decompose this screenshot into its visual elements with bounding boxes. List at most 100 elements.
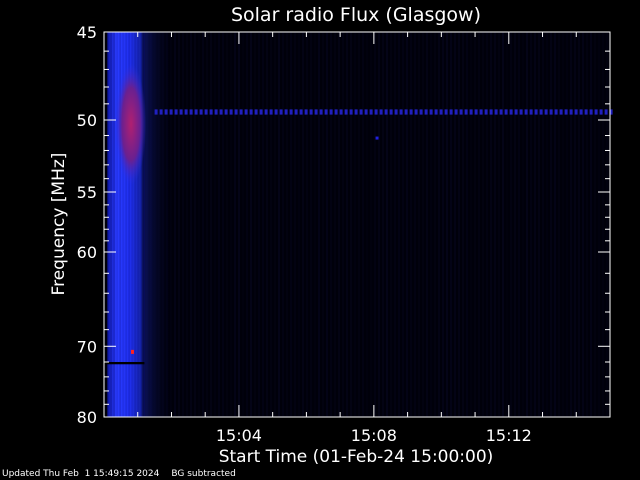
interference-dot	[334, 109, 338, 115]
noise-stripe	[418, 32, 420, 417]
interference-dot	[219, 109, 223, 115]
interference-dot	[514, 109, 518, 115]
noise-stripe	[258, 32, 260, 417]
noise-stripe	[254, 32, 256, 417]
noise-stripe	[442, 32, 444, 417]
noise-stripe	[386, 32, 388, 417]
noise-stripe	[526, 32, 528, 417]
noise-stripe	[474, 32, 476, 417]
interference-dot	[304, 109, 308, 115]
x-axis-label: Start Time (01-Feb-24 15:00:00)	[219, 447, 494, 467]
interference-dot	[169, 109, 173, 115]
noise-stripe	[214, 32, 216, 417]
burst-texture	[116, 32, 118, 417]
burst-texture	[113, 32, 115, 417]
interference-dot	[204, 109, 208, 115]
interference-dot	[464, 109, 468, 115]
interference-dot	[354, 109, 358, 115]
noise-stripe	[234, 32, 236, 417]
interference-dot	[409, 109, 413, 115]
interference-dot	[229, 109, 233, 115]
noise-stripe	[550, 32, 552, 417]
noise-stripe	[582, 32, 584, 417]
interference-dot	[384, 109, 388, 115]
interference-dot	[359, 109, 363, 115]
x-tick-label: 15:08	[351, 426, 397, 445]
interference-dot	[284, 109, 288, 115]
interference-dot	[324, 109, 328, 115]
noise-stripe	[558, 32, 560, 417]
noise-stripe	[406, 32, 408, 417]
interference-dot	[314, 109, 318, 115]
interference-dot	[389, 109, 393, 115]
interference-dot	[584, 109, 588, 115]
noise-stripe	[358, 32, 360, 417]
noise-stripe	[274, 32, 276, 417]
interference-dot	[164, 109, 168, 115]
interference-dot	[369, 109, 373, 115]
interference-dot	[294, 109, 298, 115]
interference-dot	[239, 109, 243, 115]
burst-texture	[143, 32, 145, 417]
interference-dot	[154, 109, 158, 115]
interference-dot	[349, 109, 353, 115]
noise-stripe	[286, 32, 288, 417]
y-tick-label: 80	[77, 408, 97, 427]
noise-stripe	[430, 32, 432, 417]
noise-stripe	[222, 32, 224, 417]
interference-dot	[444, 109, 448, 115]
noise-stripe	[262, 32, 264, 417]
interference-dot	[399, 109, 403, 115]
noise-stripe	[290, 32, 292, 417]
x-tick-label: 15:12	[486, 426, 532, 445]
noise-stripe	[606, 32, 608, 417]
noise-stripe	[394, 32, 396, 417]
interference-dot	[279, 109, 283, 115]
noise-stripe	[194, 32, 196, 417]
noise-stripe	[410, 32, 412, 417]
noise-stripe	[434, 32, 436, 417]
noise-stripe	[354, 32, 356, 417]
noise-stripe	[454, 32, 456, 417]
noise-stripe	[202, 32, 204, 417]
interference-dot	[544, 109, 548, 115]
noise-stripe	[370, 32, 372, 417]
interference-dot	[564, 109, 568, 115]
hot-pixel	[130, 349, 134, 354]
noise-stripe	[510, 32, 512, 417]
y-axis-label: Frequency [MHz]	[49, 153, 69, 296]
interference-dot	[474, 109, 478, 115]
interference-dot	[159, 109, 163, 115]
noise-stripe	[554, 32, 556, 417]
interference-dot	[209, 109, 213, 115]
interference-dot	[199, 109, 203, 115]
interference-dot	[254, 109, 258, 115]
noise-stripe	[342, 32, 344, 417]
noise-stripe	[190, 32, 192, 417]
noise-stripe	[530, 32, 532, 417]
interference-dot	[494, 109, 498, 115]
interference-dot	[259, 109, 263, 115]
noise-stripe	[270, 32, 272, 417]
noise-stripe	[446, 32, 448, 417]
y-tick-label: 45	[77, 23, 97, 42]
interference-dot	[234, 109, 238, 115]
interference-dot	[604, 109, 608, 115]
noise-stripe	[206, 32, 208, 417]
interference-dot	[439, 109, 443, 115]
noise-stripe	[466, 32, 468, 417]
interference-dot	[484, 109, 488, 115]
noise-stripe	[186, 32, 188, 417]
noise-stripe	[422, 32, 424, 417]
interference-dot	[289, 109, 293, 115]
interference-dot	[524, 109, 528, 115]
noise-stripe	[278, 32, 280, 417]
interference-dot	[269, 109, 273, 115]
interference-dot	[489, 109, 493, 115]
noise-stripe	[482, 32, 484, 417]
spectrogram-chart: Solar radio Flux (Glasgow) 455055607080 …	[49, 4, 613, 467]
noise-stripe	[350, 32, 352, 417]
interference-dot	[339, 109, 343, 115]
interference-dot	[574, 109, 578, 115]
noise-stripe	[298, 32, 300, 417]
